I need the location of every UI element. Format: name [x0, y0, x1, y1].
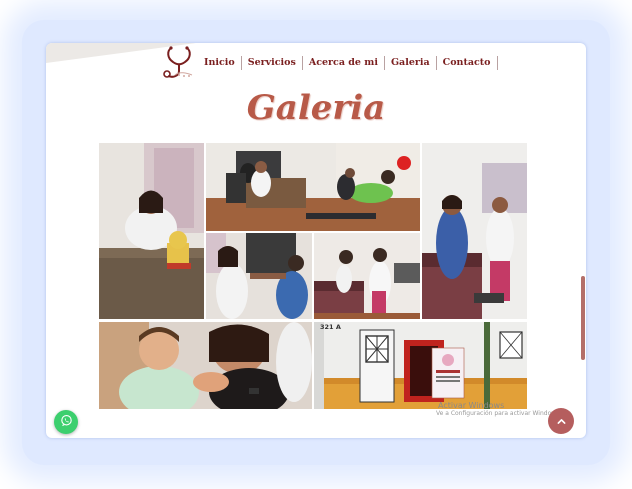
- doctor-at-desk-photo[interactable]: [99, 143, 204, 319]
- windows-activation-subtitle: Ve a Configuración para activar Windows: [436, 410, 560, 417]
- nav-item-acerca[interactable]: Acerca de mi: [303, 56, 385, 70]
- back-to-top-button[interactable]: [548, 408, 574, 434]
- nav-item-inicio[interactable]: Inicio: [198, 56, 242, 70]
- patient-examination-photo[interactable]: [422, 143, 527, 319]
- whatsapp-button[interactable]: [54, 410, 78, 434]
- nav-item-contacto[interactable]: Contacto: [437, 56, 498, 70]
- nav-item-galeria[interactable]: Galeria: [385, 56, 437, 70]
- doctor-with-patient-photo[interactable]: [206, 233, 312, 319]
- clinic-storefront-photo[interactable]: 321 A: [314, 322, 527, 409]
- chevron-up-icon: [556, 412, 567, 431]
- vaccination-photo[interactable]: [99, 322, 312, 409]
- consultation-office-photo[interactable]: [206, 143, 420, 231]
- child-exam-photo[interactable]: [314, 233, 420, 319]
- windows-activation-title: Activar Windows: [438, 401, 505, 410]
- stethoscope-icon[interactable]: [159, 45, 197, 81]
- page-title: Galeria: [246, 88, 386, 128]
- whatsapp-icon: [59, 413, 74, 432]
- browser-window: Inicio Servicios Acerca de mi Galeria Co…: [46, 43, 586, 438]
- main-nav: Inicio Servicios Acerca de mi Galeria Co…: [198, 55, 498, 71]
- address-number-label: 321 A: [320, 323, 341, 331]
- scrollbar-thumb[interactable]: [581, 276, 585, 360]
- nav-item-servicios[interactable]: Servicios: [242, 56, 303, 70]
